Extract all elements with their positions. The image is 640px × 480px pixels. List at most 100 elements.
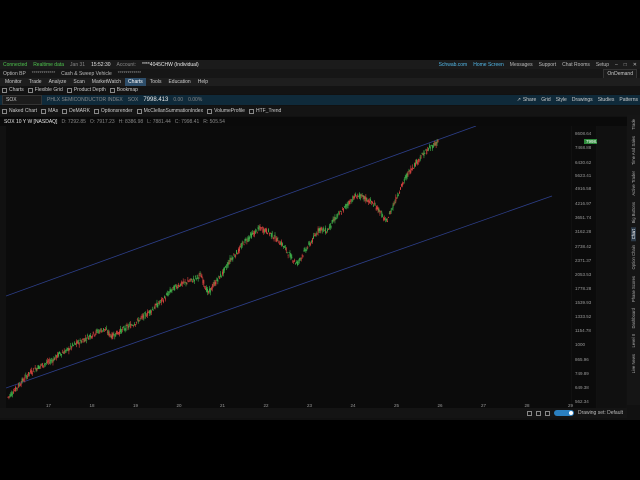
subtab-flexible-grid[interactable]: Flexible Grid xyxy=(27,87,63,93)
tab-help[interactable]: Help xyxy=(195,78,211,86)
drawing-toggle[interactable] xyxy=(553,410,574,416)
candle-body xyxy=(108,332,110,336)
candle-body xyxy=(94,333,96,336)
price-chart-svg[interactable] xyxy=(6,126,571,408)
chat-rooms-link[interactable]: Chat Rooms xyxy=(562,62,590,68)
candle-body xyxy=(90,336,92,338)
style-button[interactable]: Style xyxy=(556,97,567,103)
candle-body xyxy=(120,329,122,333)
candle-body xyxy=(374,205,376,206)
candle-body xyxy=(67,348,69,351)
maximize-icon[interactable]: □ xyxy=(624,62,627,68)
candle-body xyxy=(337,213,339,217)
candle-body xyxy=(283,246,285,248)
messages-link[interactable]: Messages xyxy=(510,62,533,68)
study-optionsrender[interactable]: Optionsrender xyxy=(93,108,133,114)
side-tab-option-chain[interactable]: Option Chain xyxy=(631,243,636,271)
side-tab-trade[interactable]: Trade xyxy=(631,117,636,132)
candle-body xyxy=(309,242,311,246)
setup-link[interactable]: Setup xyxy=(596,62,609,68)
tab-charts[interactable]: Charts xyxy=(125,78,146,86)
share-button[interactable]: ↗ Share xyxy=(517,97,537,103)
subtab-charts[interactable]: Charts xyxy=(2,87,24,93)
candle-body xyxy=(257,226,259,230)
candle-body xyxy=(328,226,330,229)
candle-body xyxy=(390,209,392,213)
fit-icon[interactable] xyxy=(544,410,550,416)
candle-body xyxy=(205,287,207,291)
side-tab-active-trader[interactable]: Active Trader xyxy=(631,169,636,198)
side-tab-chart[interactable]: Chart xyxy=(631,227,636,242)
price-chart[interactable] xyxy=(6,126,571,408)
tab-monitor[interactable]: Monitor xyxy=(2,78,25,86)
study-volumeprofile[interactable]: VolumeProfile xyxy=(207,108,245,114)
candle-body xyxy=(420,157,422,159)
tab-marketwatch[interactable]: MarketWatch xyxy=(89,78,124,86)
subtab-product-depth[interactable]: Product Depth xyxy=(66,87,106,93)
price-axis-label: 562.34 xyxy=(575,399,589,404)
side-tab-live-news[interactable]: Live News xyxy=(631,352,636,375)
candle-body xyxy=(310,243,312,246)
patterns-button[interactable]: Patterns xyxy=(619,97,638,103)
subtab-bookmap[interactable]: Bookmap xyxy=(109,87,138,93)
symbol-input[interactable]: SOX xyxy=(2,95,42,105)
study-naked-chart[interactable]: Naked Chart xyxy=(2,108,37,114)
tab-tools[interactable]: Tools xyxy=(147,78,165,86)
study-demark[interactable]: DeMARK xyxy=(62,108,90,114)
close-icon[interactable]: ✕ xyxy=(633,62,637,68)
account-select[interactable]: ****4045CHW (Individual) xyxy=(142,62,199,68)
candle-body xyxy=(55,354,57,358)
side-tab-time-and-sales[interactable]: Time And Sales xyxy=(631,134,636,167)
side-tab-dashboard[interactable]: Dashboard xyxy=(631,306,636,331)
candle-body xyxy=(282,243,283,246)
candle-body xyxy=(305,250,307,252)
candle-body xyxy=(363,195,365,199)
home-screen-link[interactable]: Home Screen xyxy=(473,62,504,68)
support-link[interactable]: Support xyxy=(539,62,557,68)
candle-body xyxy=(43,365,45,367)
candle-body xyxy=(101,330,103,333)
study-icon xyxy=(41,108,47,114)
candle-body xyxy=(40,364,42,367)
candle-body xyxy=(401,182,403,186)
schwab-link[interactable]: Schwab.com xyxy=(439,62,468,68)
candle-body xyxy=(434,143,436,146)
zoom-out-icon[interactable] xyxy=(526,410,532,416)
realtime-status: Realtime data xyxy=(33,61,65,68)
studies-button[interactable]: Studies xyxy=(598,97,615,103)
price-axis[interactable]: 8608.64 7468.88 6430.62 5623.41 4916.58 4216.… xyxy=(572,126,596,408)
ohlc-d: D: 7292.85 xyxy=(61,118,86,125)
candle-body xyxy=(18,384,20,386)
candle-body xyxy=(279,243,281,245)
side-tab-big-buttons[interactable]: Big Buttons xyxy=(631,200,636,225)
ondemand-button[interactable]: OnDemand xyxy=(603,68,637,79)
candle-body xyxy=(125,325,127,331)
candle-body xyxy=(277,237,279,239)
tab-education[interactable]: Education xyxy=(165,78,193,86)
tab-analyze[interactable]: Analyze xyxy=(46,78,70,86)
candle-body xyxy=(259,226,261,228)
candle-body xyxy=(306,247,308,251)
candle-body xyxy=(256,231,258,233)
candle-body xyxy=(297,261,298,265)
minimize-icon[interactable]: – xyxy=(615,62,618,68)
price-axis-label: 649.38 xyxy=(575,384,589,390)
study-icon xyxy=(136,108,142,114)
study-htf-trend[interactable]: HTF_Trend xyxy=(248,108,281,114)
candle-body xyxy=(84,338,86,341)
candle-body xyxy=(339,212,341,214)
grid-button[interactable]: Grid xyxy=(541,97,550,103)
tab-trade[interactable]: Trade xyxy=(26,78,45,86)
candle-body xyxy=(424,153,426,154)
study-mcclellan[interactable]: McClellanSummationIndex xyxy=(136,108,203,114)
side-tab-phase-scores[interactable]: Phase Scores xyxy=(631,274,636,304)
candle-body xyxy=(417,159,419,163)
side-tab-level-ii[interactable]: Level II xyxy=(631,332,636,350)
drawings-button[interactable]: Drawings xyxy=(572,97,593,103)
candle-body xyxy=(303,250,305,252)
drawing-set-label[interactable]: Drawing set: Default xyxy=(578,410,623,416)
study-mas[interactable]: MAs xyxy=(41,108,58,114)
tab-scan[interactable]: Scan xyxy=(70,78,87,86)
candle-body xyxy=(119,328,121,333)
zoom-in-icon[interactable] xyxy=(535,410,541,416)
